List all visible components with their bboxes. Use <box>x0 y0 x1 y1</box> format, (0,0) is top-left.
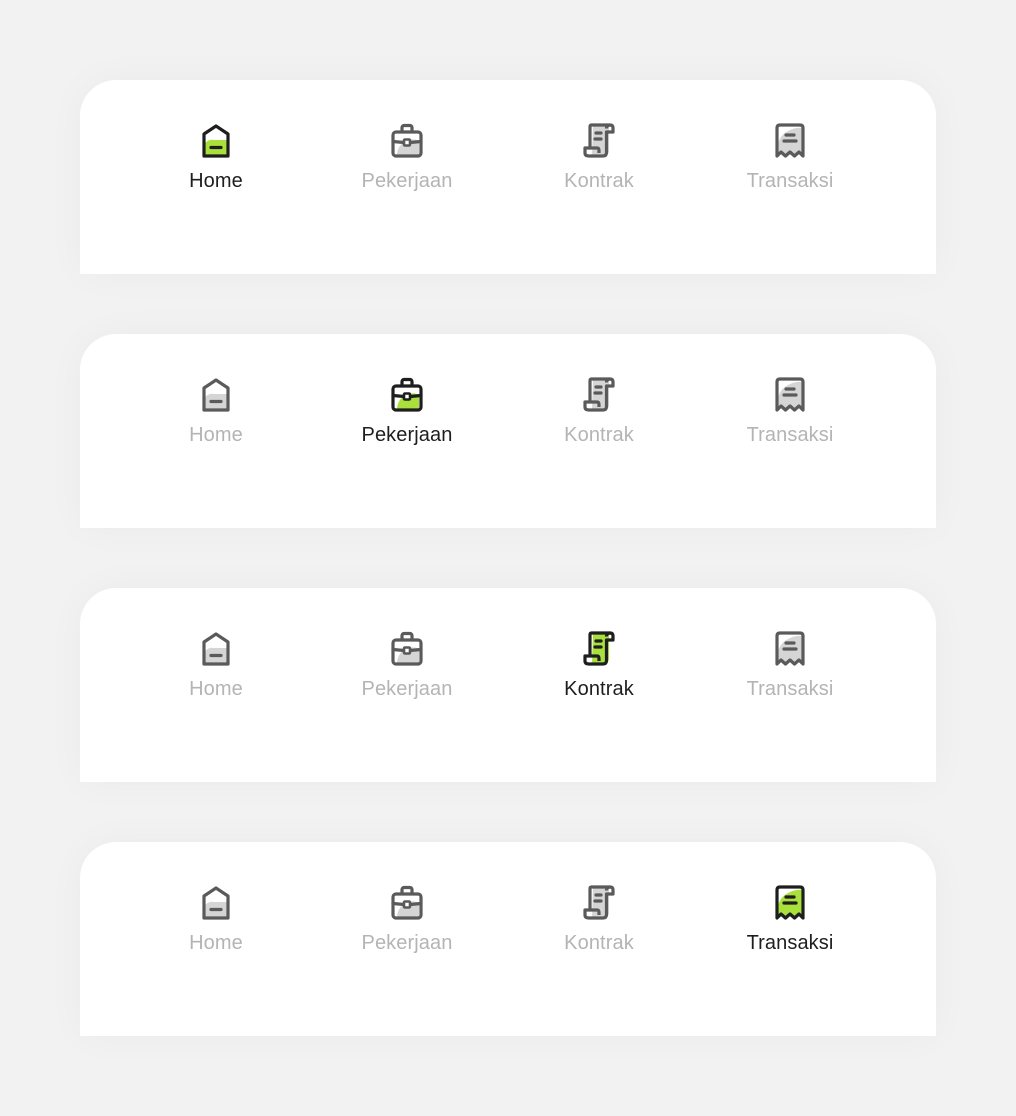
receipt-icon <box>766 114 814 162</box>
home-icon <box>192 114 240 162</box>
nav-item-home[interactable]: Home <box>136 368 296 468</box>
nav-label: Kontrak <box>564 170 634 192</box>
nav-item-pekerjaan[interactable]: Pekerjaan <box>327 368 487 468</box>
nav-label: Pekerjaan <box>361 424 453 446</box>
home-icon <box>192 368 240 416</box>
nav-label: Transaksi <box>746 678 834 700</box>
nav-item-home[interactable]: Home <box>136 622 296 722</box>
nav-label: Kontrak <box>564 932 634 954</box>
nav-item-pekerjaan[interactable]: Pekerjaan <box>327 114 487 214</box>
contract-scroll-icon <box>575 876 623 924</box>
nav-label: Kontrak <box>564 678 634 700</box>
nav-item-transaksi[interactable]: Transaksi <box>710 876 870 976</box>
nav-item-pekerjaan[interactable]: Pekerjaan <box>327 876 487 976</box>
nav-item-home[interactable]: Home <box>136 876 296 976</box>
nav-item-transaksi[interactable]: Transaksi <box>710 368 870 468</box>
nav-label: Transaksi <box>746 170 834 192</box>
home-icon <box>192 876 240 924</box>
briefcase-icon <box>383 368 431 416</box>
nav-label: Pekerjaan <box>361 170 453 192</box>
nav-label: Home <box>189 170 243 192</box>
contract-scroll-icon <box>575 114 623 162</box>
nav-item-pekerjaan[interactable]: Pekerjaan <box>327 622 487 722</box>
briefcase-icon <box>383 876 431 924</box>
bottom-navbar: Home Pekerjaan Kontrak Transaksi <box>80 334 936 528</box>
bottom-navbar: Home Pekerjaan Kontrak Transaksi <box>80 80 936 274</box>
home-icon <box>192 622 240 670</box>
nav-item-home[interactable]: Home <box>136 114 296 214</box>
nav-label: Home <box>189 932 243 954</box>
briefcase-icon <box>383 622 431 670</box>
nav-label: Transaksi <box>746 932 834 954</box>
nav-item-transaksi[interactable]: Transaksi <box>710 622 870 722</box>
receipt-icon <box>766 368 814 416</box>
nav-item-kontrak[interactable]: Kontrak <box>519 368 679 468</box>
nav-label: Transaksi <box>746 424 834 446</box>
nav-item-kontrak[interactable]: Kontrak <box>519 114 679 214</box>
nav-item-kontrak[interactable]: Kontrak <box>519 622 679 722</box>
nav-label: Kontrak <box>564 424 634 446</box>
nav-label: Pekerjaan <box>361 678 453 700</box>
briefcase-icon <box>383 114 431 162</box>
contract-scroll-icon <box>575 368 623 416</box>
receipt-icon <box>766 622 814 670</box>
contract-scroll-icon <box>575 622 623 670</box>
bottom-navbar: Home Pekerjaan Kontrak Transaksi <box>80 842 936 1036</box>
nav-label: Pekerjaan <box>361 932 453 954</box>
nav-item-transaksi[interactable]: Transaksi <box>710 114 870 214</box>
bottom-navbar: Home Pekerjaan Kontrak Transaksi <box>80 588 936 782</box>
nav-label: Home <box>189 678 243 700</box>
nav-label: Home <box>189 424 243 446</box>
nav-item-kontrak[interactable]: Kontrak <box>519 876 679 976</box>
receipt-icon <box>766 876 814 924</box>
